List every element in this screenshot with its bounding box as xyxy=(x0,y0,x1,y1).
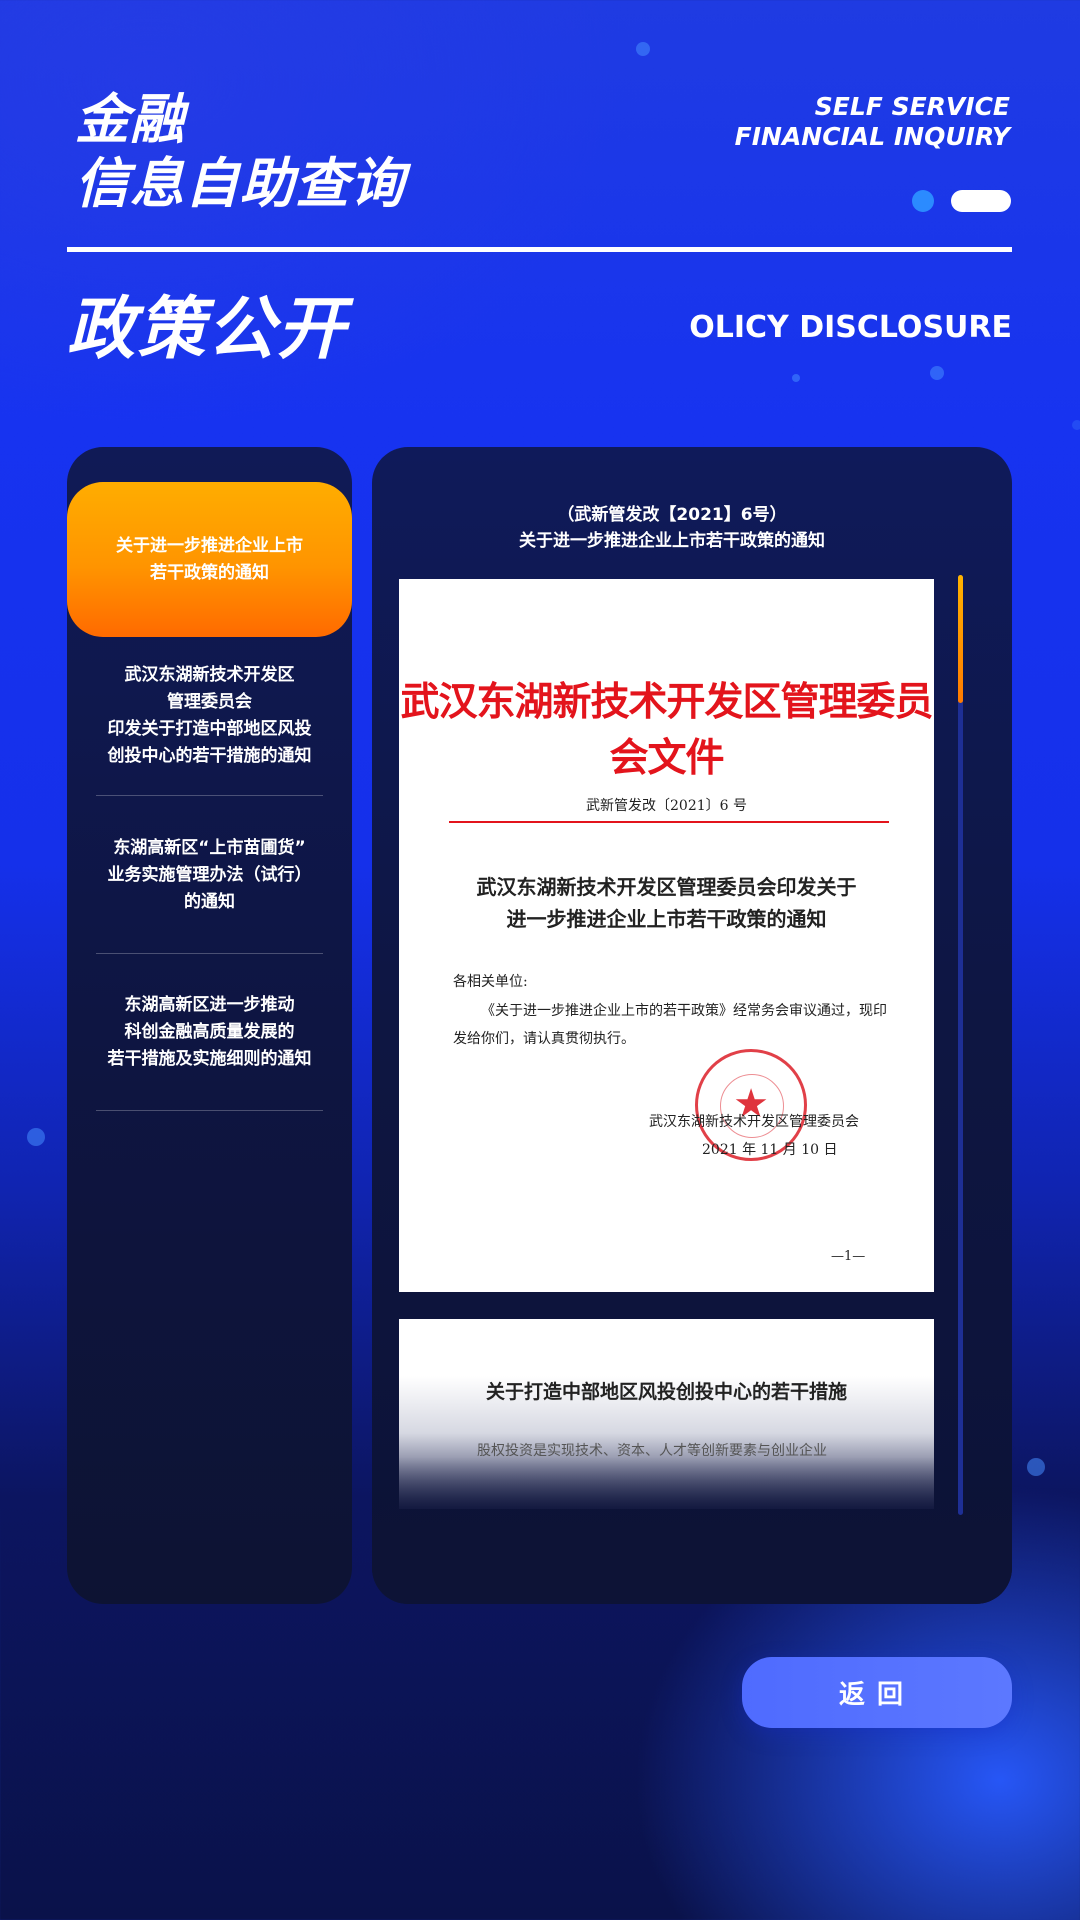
bokeh-dot xyxy=(636,42,650,56)
document-red-header: 武汉东湖新技术开发区管理委员会文件 xyxy=(400,679,933,781)
document-title-heading: 关于进一步推进企业上市若干政策的通知 xyxy=(519,531,825,551)
policy-list-item-3[interactable]: 东湖高新区“上市苗圃货” 业务实施管理办法（试行） 的通知 xyxy=(67,835,352,916)
policy-list-item-label: 武汉东湖新技术开发区 管理委员会 印发关于打造中部地区风投 创投中心的若干措施的… xyxy=(107,665,312,766)
document-signature-org: 武汉东湖新技术开发区管理委员会 xyxy=(649,1114,859,1130)
page-number: —1— xyxy=(831,1249,866,1264)
scrollbar-track[interactable] xyxy=(958,575,963,1515)
document-number: 武新管发改〔2021〕6 号 xyxy=(586,798,747,814)
list-divider xyxy=(96,795,323,796)
document-title-line2: 进一步推进企业上市若干政策的通知 xyxy=(506,907,827,931)
document-number-heading: （武新管发改【2021】6号） xyxy=(557,505,787,525)
list-divider xyxy=(96,953,323,954)
bokeh-dot xyxy=(1072,420,1080,430)
document-heading: （武新管发改【2021】6号） 关于进一步推进企业上市若干政策的通知 xyxy=(372,502,972,554)
policy-list-item-label: 关于进一步推进企业上市 若干政策的通知 xyxy=(116,535,303,583)
section-title-en: OLICY DISCLOSURE xyxy=(689,310,1012,345)
bokeh-dot xyxy=(1027,1458,1045,1476)
app-subtitle-en-line2: FINANCIAL INQUIRY xyxy=(734,122,1010,151)
document-viewer-panel[interactable]: （武新管发改【2021】6号） 关于进一步推进企业上市若干政策的通知 武汉东湖新… xyxy=(372,447,1012,1604)
document-body: 《关于进一步推进企业上市的若干政策》经常务会审议通过，现印发给你们，请认真贯彻执… xyxy=(453,1003,887,1047)
policy-list-item-1[interactable]: 关于进一步推进企业上市 若干政策的通知 xyxy=(67,482,352,637)
policy-list-item-4[interactable]: 东湖高新区进一步推动 科创金融高质量发展的 若干措施及实施细则的通知 xyxy=(67,992,352,1073)
pager-active-indicator xyxy=(951,190,1011,212)
policy-list-panel: 关于进一步推进企业上市 若干政策的通知 武汉东湖新技术开发区 管理委员会 印发关… xyxy=(67,447,352,1604)
document-title-line1: 武汉东湖新技术开发区管理委员会印发关于 xyxy=(476,875,857,899)
app-title: 金融 信息自助查询 xyxy=(75,88,405,216)
app-title-line2: 信息自助查询 xyxy=(75,152,405,215)
list-divider xyxy=(96,1110,323,1111)
back-button[interactable]: 返回 xyxy=(742,1657,1012,1728)
policy-list-item-label: 东湖高新区“上市苗圃货” 业务实施管理办法（试行） 的通知 xyxy=(107,838,312,912)
scrollbar-thumb[interactable] xyxy=(958,575,963,703)
bokeh-dot xyxy=(792,374,800,382)
app-subtitle-en-line1: SELF SERVICE xyxy=(814,92,1010,121)
document-signature-date: 2021 年 11 月 10 日 xyxy=(702,1142,838,1158)
bokeh-dot xyxy=(930,366,944,380)
document-addressee: 各相关单位: xyxy=(453,974,528,990)
policy-list-item-2[interactable]: 武汉东湖新技术开发区 管理委员会 印发关于打造中部地区风投 创投中心的若干措施的… xyxy=(67,662,352,770)
pager-dot xyxy=(912,190,934,212)
bokeh-dot xyxy=(27,1128,45,1146)
red-rule xyxy=(449,821,889,823)
app-subtitle-en: SELF SERVICE FINANCIAL INQUIRY xyxy=(735,92,1010,152)
document-page-1: 武汉东湖新技术开发区管理委员会文件 武新管发改〔2021〕6 号 武汉东湖新技术… xyxy=(399,579,934,1292)
bottom-fade xyxy=(372,1457,1012,1604)
section-title: 政策公开 xyxy=(67,290,348,369)
document-title: 武汉东湖新技术开发区管理委员会印发关于 进一步推进企业上市若干政策的通知 xyxy=(399,871,934,935)
page2-title: 关于打造中部地区风投创投中心的若干措施 xyxy=(485,1381,847,1403)
app-title-line1: 金融 xyxy=(75,88,185,151)
header-divider xyxy=(67,247,1012,252)
policy-list-item-label: 东湖高新区进一步推动 科创金融高质量发展的 若干措施及实施细则的通知 xyxy=(107,995,312,1069)
